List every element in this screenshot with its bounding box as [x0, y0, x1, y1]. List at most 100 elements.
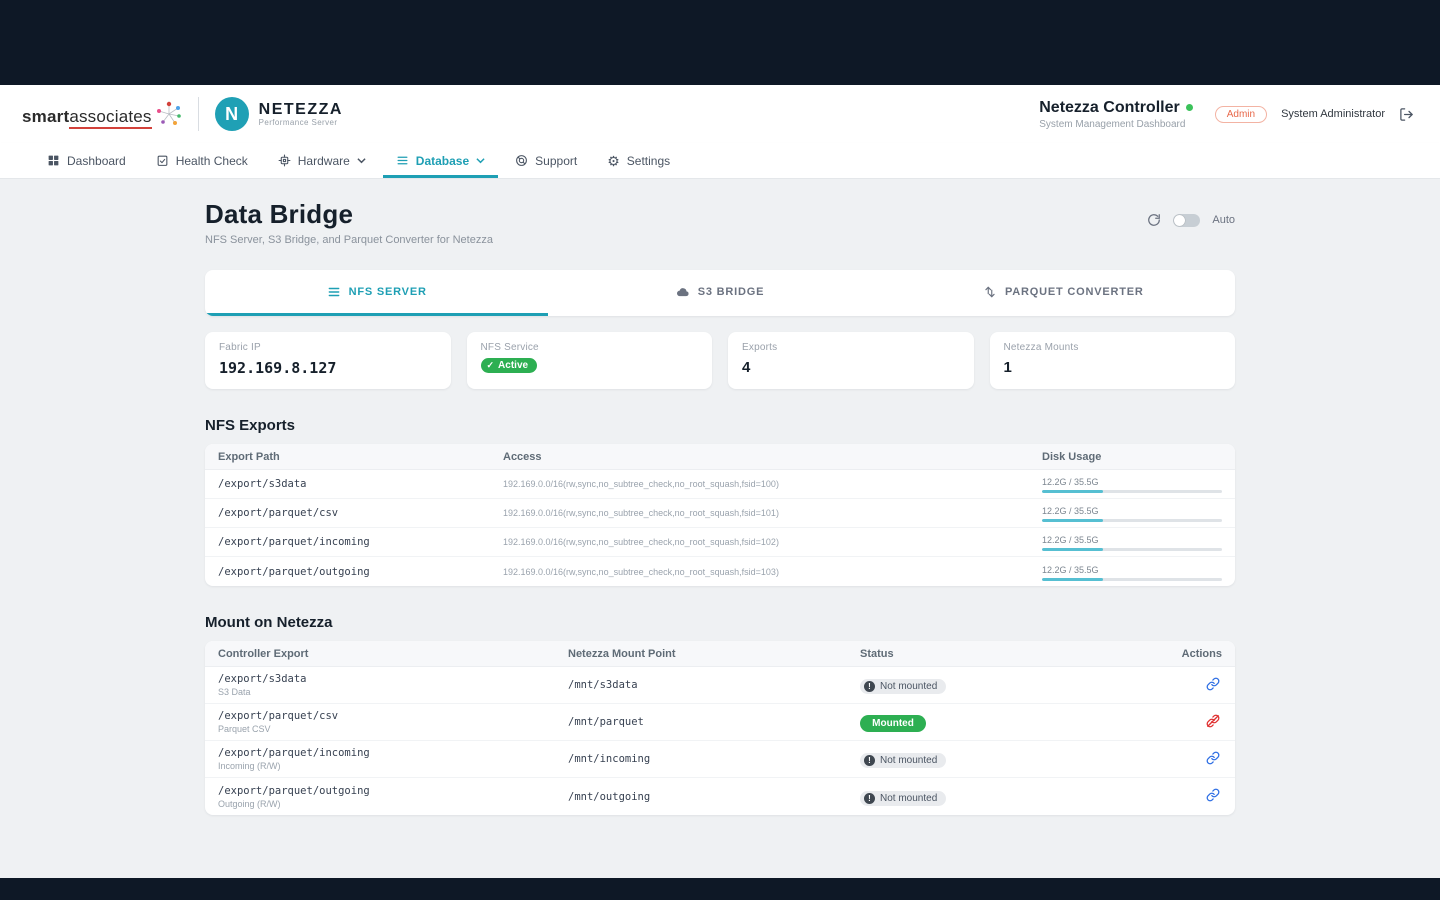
page-subtitle: NFS Server, S3 Bridge, and Parquet Conve…: [205, 234, 493, 246]
nav-item-hardware[interactable]: Hardware: [265, 143, 379, 178]
controller-subtitle: System Management Dashboard: [1039, 119, 1192, 130]
app-header: smartassociates N NETEZZA Performance Se…: [0, 85, 1440, 143]
stats-row: Fabric IP 192.169.8.127 NFS Service ✓Act…: [205, 332, 1235, 389]
tab-parquet-converter[interactable]: PARQUET CONVERTER: [892, 270, 1235, 316]
nfs-exports-table: Export Path Access Disk Usage /export/s3…: [205, 444, 1235, 586]
app-name: NETEZZA: [259, 101, 343, 119]
admin-role-badge: Admin: [1215, 106, 1267, 123]
logo-word-smart: smart: [22, 107, 69, 126]
nav-item-dashboard[interactable]: Dashboard: [34, 143, 139, 178]
disk-usage-text: 12.2G / 35.5G: [1042, 565, 1222, 575]
netezza-mount-point: /mnt/parquet: [568, 716, 860, 728]
check-icon: ✓: [487, 360, 495, 371]
table-row: /export/parquet/incoming 192.169.0.0/16(…: [205, 528, 1235, 557]
list-icon: [396, 154, 409, 167]
nav-label: Health Check: [176, 154, 248, 168]
disk-usage-bar: [1042, 578, 1222, 581]
table-header-row: Controller Export Netezza Mount Point St…: [205, 641, 1235, 667]
stat-label: Fabric IP: [219, 342, 437, 353]
netezza-logo-icon: N: [215, 97, 249, 131]
alert-icon: !: [864, 755, 875, 766]
mount-button[interactable]: [1204, 786, 1222, 807]
controller-export-path: /export/parquet/incoming: [218, 747, 568, 759]
stat-value: 4: [742, 359, 960, 376]
table-header-row: Export Path Access Disk Usage: [205, 444, 1235, 470]
stat-value: 192.169.8.127: [219, 359, 437, 377]
unmount-button[interactable]: [1204, 712, 1222, 733]
page-title: Data Bridge: [205, 199, 493, 230]
disk-usage-text: 12.2G / 35.5G: [1042, 535, 1222, 545]
disk-usage-bar: [1042, 548, 1222, 551]
link-icon: [1206, 677, 1220, 691]
disk-usage-text: 12.2G / 35.5G: [1042, 506, 1222, 516]
logout-icon: [1399, 107, 1414, 122]
smartassociates-logo: smartassociates: [22, 101, 182, 127]
logo-word-associates: associates: [69, 107, 151, 129]
tab-s3-bridge[interactable]: S3 BRIDGE: [548, 270, 891, 316]
controller-export-label: S3 Data: [218, 687, 568, 697]
chevron-down-icon: [357, 156, 366, 165]
refresh-button[interactable]: [1147, 213, 1161, 227]
nav-label: Hardware: [298, 154, 350, 168]
controller-export-label: Outgoing (R/W): [218, 799, 568, 809]
export-path: /export/parquet/incoming: [218, 536, 503, 548]
nav-item-health-check[interactable]: Health Check: [143, 143, 261, 178]
header-divider: [198, 97, 199, 131]
nav-item-settings[interactable]: ⚙ Settings: [594, 143, 683, 178]
stat-value: 1: [1004, 359, 1222, 376]
disk-usage-fill: [1042, 519, 1103, 522]
status-badge-not-mounted: !Not mounted: [860, 679, 946, 694]
col-header-status: Status: [860, 648, 1152, 660]
mount-on-netezza-heading: Mount on Netezza: [205, 614, 1235, 631]
stat-card-exports: Exports 4: [728, 332, 974, 389]
export-path: /export/parquet/csv: [218, 507, 503, 519]
cpu-chip-icon: [278, 154, 291, 167]
mount-button[interactable]: [1204, 675, 1222, 696]
col-header-controller-export: Controller Export: [218, 648, 568, 660]
tab-label: S3 BRIDGE: [698, 286, 765, 298]
col-header-mount-point: Netezza Mount Point: [568, 648, 860, 660]
nav-label: Settings: [627, 154, 670, 168]
swap-arrows-icon: [983, 285, 997, 299]
tab-nfs-server[interactable]: NFS SERVER: [205, 270, 548, 316]
stat-label: NFS Service: [481, 342, 699, 353]
nav-label: Database: [416, 154, 469, 168]
table-row: /export/s3data 192.169.0.0/16(rw,sync,no…: [205, 470, 1235, 499]
list-icon: [327, 285, 341, 299]
export-access: 192.169.0.0/16(rw,sync,no_subtree_check,…: [503, 567, 1042, 577]
refresh-icon: [1147, 213, 1161, 227]
app-tagline: Performance Server: [259, 118, 343, 127]
controller-export-label: Parquet CSV: [218, 724, 568, 734]
logout-button[interactable]: [1399, 107, 1414, 122]
table-row: /export/parquet/incoming Incoming (R/W) …: [205, 741, 1235, 778]
disk-usage-bar: [1042, 490, 1222, 493]
letterbox-bottom: [0, 878, 1440, 900]
status-online-dot: [1186, 104, 1193, 111]
main-nav: Dashboard Health Check Hardware Database…: [0, 143, 1440, 179]
netezza-logo: N NETEZZA Performance Server: [215, 97, 343, 131]
dashboard-grid-icon: [47, 154, 60, 167]
mount-button[interactable]: [1204, 749, 1222, 770]
disk-usage-text: 12.2G / 35.5G: [1042, 477, 1222, 487]
nav-item-database[interactable]: Database: [383, 143, 498, 178]
cloud-icon: [676, 285, 690, 299]
status-badge-mounted: Mounted: [860, 715, 926, 732]
controller-title: Netezza Controller: [1039, 99, 1192, 117]
table-row: /export/parquet/csv Parquet CSV /mnt/par…: [205, 704, 1235, 741]
status-badge-not-mounted: !Not mounted: [860, 791, 946, 806]
status-badge-active: ✓Active: [481, 358, 538, 373]
nav-item-support[interactable]: Support: [502, 143, 590, 178]
stat-card-netezza-mounts: Netezza Mounts 1: [990, 332, 1236, 389]
disk-usage-fill: [1042, 578, 1103, 581]
col-header-export-path: Export Path: [218, 451, 503, 463]
disk-usage: 12.2G / 35.5G: [1042, 533, 1222, 551]
auto-refresh-toggle[interactable]: [1173, 214, 1200, 227]
disk-usage-bar: [1042, 519, 1222, 522]
lifebuoy-icon: [515, 154, 528, 167]
main-content: Data Bridge NFS Server, S3 Bridge, and P…: [0, 179, 1440, 878]
col-header-actions: Actions: [1152, 648, 1222, 660]
export-access: 192.169.0.0/16(rw,sync,no_subtree_check,…: [503, 479, 1042, 489]
gear-icon: ⚙: [607, 154, 620, 168]
status-badge-not-mounted: !Not mounted: [860, 753, 946, 768]
auto-toggle-label: Auto: [1212, 214, 1235, 226]
